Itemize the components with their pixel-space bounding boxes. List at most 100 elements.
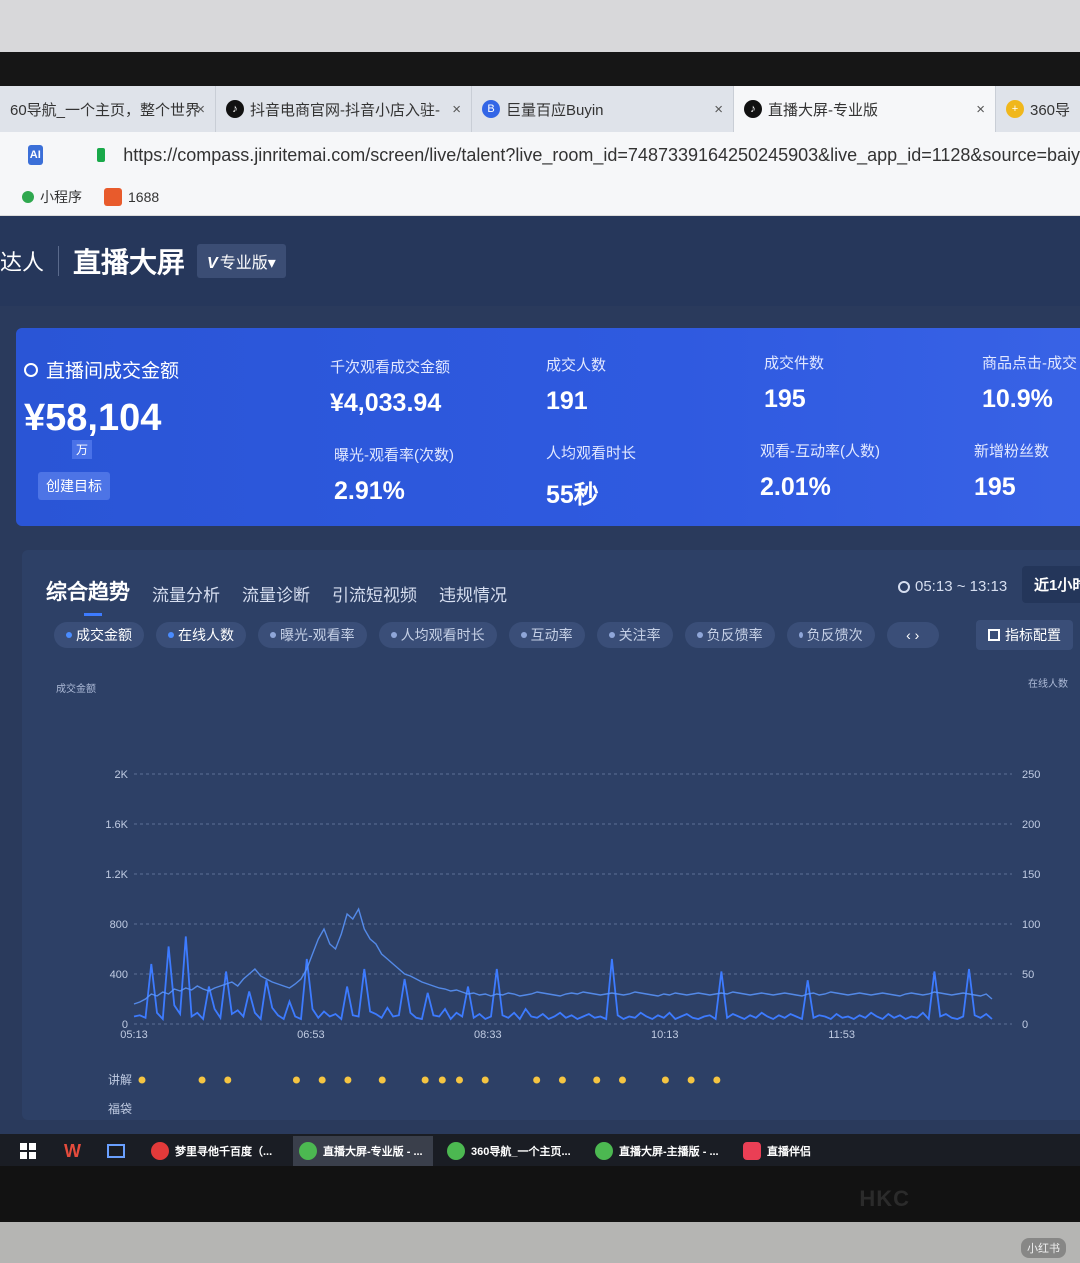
- 360-icon: +: [1006, 100, 1024, 118]
- taskbar-label: 梦里寻他千百度（...: [175, 1146, 273, 1158]
- edition-dropdown[interactable]: V 专业版▾: [197, 244, 286, 278]
- event-marker: [318, 1076, 326, 1084]
- right-tick-label: 100: [1022, 919, 1040, 931]
- taskbar-item-music[interactable]: 梦里寻他千百度（...: [145, 1136, 285, 1166]
- url-field[interactable]: https://compass.jinritemai.com/screen/li…: [123, 145, 1080, 166]
- event-marker: [421, 1076, 429, 1084]
- metric-value: ¥4,033.94: [330, 389, 442, 417]
- taskbar-item-live-host[interactable]: 直播大屏-主播版 - ...: [589, 1136, 729, 1166]
- brand-label: 达人: [0, 250, 45, 275]
- series-line: [133, 907, 993, 1005]
- event-marker: [224, 1076, 232, 1084]
- close-icon[interactable]: ×: [714, 101, 723, 118]
- metric-value: 2.91%: [334, 477, 405, 505]
- browser-tabbar: 60导航_一个主页，整个世界 × ♪ 抖音电商官网-抖音小店入驻- × B 巨量…: [0, 86, 1080, 132]
- taskbar-label: 直播伴侣: [767, 1146, 811, 1158]
- left-tick-label: 800: [110, 919, 128, 931]
- metric-label: 观看-互动率(人数): [760, 443, 880, 460]
- monitor-bezel-top: [0, 52, 1080, 88]
- page-title: 直播大屏: [73, 247, 186, 278]
- event-marker: [687, 1076, 695, 1084]
- address-bar: AI https://compass.jinritemai.com/screen…: [0, 132, 1080, 178]
- left-tick-label: 1.6K: [105, 819, 128, 831]
- tab-douyin-ecommerce[interactable]: ♪ 抖音电商官网-抖音小店入驻- ×: [216, 86, 472, 132]
- taskbar-item-live-pro[interactable]: 直播大屏-专业版 - ...: [293, 1136, 433, 1166]
- gmv-unit: 万: [72, 440, 93, 459]
- ai-icon[interactable]: AI: [28, 145, 43, 165]
- monitor-brand-logo: HKC: [859, 1186, 910, 1211]
- monitor-screen: 60导航_一个主页，整个世界 × ♪ 抖音电商官网-抖音小店入驻- × B 巨量…: [0, 86, 1080, 1168]
- tab-label: 60导航_一个主页，整个世界: [10, 101, 201, 119]
- bookmark-miniprogram[interactable]: 小程序: [22, 187, 82, 207]
- x-tick-label: 11:53: [828, 1029, 855, 1041]
- 1688-icon: [104, 187, 122, 206]
- tiktok-icon: ♪: [744, 100, 762, 118]
- lock-icon: [96, 148, 106, 162]
- 360browser-icon: [299, 1142, 317, 1160]
- event-marker: [713, 1076, 721, 1084]
- x-tick-label: 10:13: [651, 1029, 679, 1041]
- right-tick-label: 0: [1022, 1019, 1028, 1031]
- event-marker: [618, 1076, 626, 1084]
- netease-icon: [151, 1142, 169, 1160]
- taskbar-label: 360导航_一个主页...: [471, 1146, 571, 1158]
- gmv-label: 直播间成交金额: [46, 361, 180, 382]
- event-marker: [481, 1076, 489, 1084]
- 360browser-icon: [447, 1142, 465, 1160]
- watermark: 小红书: [1021, 1238, 1066, 1258]
- edition-mark: V: [207, 255, 218, 272]
- taskbar: W 梦里寻他千百度（... 直播大屏-专业版 - ... 360导航_一个主页.…: [0, 1134, 1080, 1168]
- x-tick-label: 08:33: [474, 1029, 502, 1041]
- trend-panel: 综合趋势 流量分析 流量诊断 引流短视频 违规情况 05:13 ~ 13:13 …: [22, 550, 1080, 1120]
- event-marker: [593, 1076, 601, 1084]
- taskbar-label: 直播大屏-专业版 - ...: [323, 1146, 423, 1158]
- tab-label: 巨量百应Buyin: [506, 101, 604, 119]
- event-marker: [533, 1076, 541, 1084]
- desktop-icon[interactable]: [107, 1144, 125, 1158]
- close-icon[interactable]: ×: [196, 101, 205, 118]
- metric-exposure-view-rate: 曝光-观看率(次数) 2.91%: [334, 444, 454, 506]
- miniprogram-icon: [22, 190, 34, 203]
- metric-avg-watch-time: 人均观看时长 55秒: [546, 442, 636, 511]
- event-marker: [198, 1076, 206, 1084]
- metric-gmv-per-thousand: 千次观看成交金额 ¥4,033.94: [330, 356, 450, 418]
- bookmark-1688[interactable]: 1688: [104, 187, 159, 206]
- tiktok-icon: ♪: [226, 100, 244, 118]
- tab-label: 抖音电商官网-抖音小店入驻-: [250, 101, 440, 119]
- event-marker: [378, 1076, 386, 1084]
- wall-background: [0, 0, 1080, 52]
- event-marker: [558, 1076, 566, 1084]
- tab-label: 360导航: [1030, 101, 1070, 119]
- bookmarks-bar: 小程序 1688: [0, 178, 1080, 216]
- tab-label: 直播大屏-专业版: [768, 101, 878, 119]
- wps-icon[interactable]: W: [64, 1141, 81, 1162]
- metric-value: 55秒: [546, 481, 599, 509]
- buyin-icon: B: [482, 100, 500, 118]
- right-tick-label: 250: [1022, 769, 1040, 781]
- tab-live-screen-pro[interactable]: ♪ 直播大屏-专业版 ×: [734, 86, 996, 132]
- metric-view-interaction-rate: 观看-互动率(人数) 2.01%: [760, 440, 880, 502]
- metric-click-conversion: 商品点击-成交 10.9%: [982, 352, 1077, 414]
- event-marker: [292, 1076, 300, 1084]
- tab-buyin[interactable]: B 巨量百应Buyin ×: [472, 86, 734, 132]
- taskbar-item-live-companion[interactable]: 直播伴侣: [737, 1136, 877, 1166]
- page-header: 达人 直播大屏 V 专业版▾: [0, 216, 1080, 306]
- header-divider: [58, 246, 60, 276]
- info-icon[interactable]: [24, 362, 38, 377]
- trend-chart: 成交金额 在线人数 0 0400 50800 1001.2K 1501.6K 2002K 2…: [56, 677, 1068, 1116]
- close-icon[interactable]: ×: [976, 101, 985, 118]
- metric-label: 新增粉丝数: [974, 443, 1050, 460]
- create-target-button[interactable]: 创建目标: [38, 472, 110, 500]
- live-companion-icon: [743, 1142, 761, 1160]
- metric-buyers: 成交人数 191: [546, 354, 606, 416]
- windows-start-icon[interactable]: [20, 1143, 36, 1159]
- tab-360-nav-2[interactable]: + 360导航: [996, 86, 1080, 132]
- metric-label: 商品点击-成交: [982, 355, 1077, 372]
- taskbar-item-360[interactable]: 360导航_一个主页...: [441, 1136, 581, 1166]
- close-icon[interactable]: ×: [452, 101, 461, 118]
- left-tick-label: 1.2K: [105, 869, 128, 881]
- tab-360-nav[interactable]: 60导航_一个主页，整个世界 ×: [0, 86, 216, 132]
- metric-value: 191: [546, 387, 588, 415]
- taskbar-label: 直播大屏-主播版 - ...: [619, 1146, 719, 1158]
- left-tick-label: 400: [110, 969, 128, 981]
